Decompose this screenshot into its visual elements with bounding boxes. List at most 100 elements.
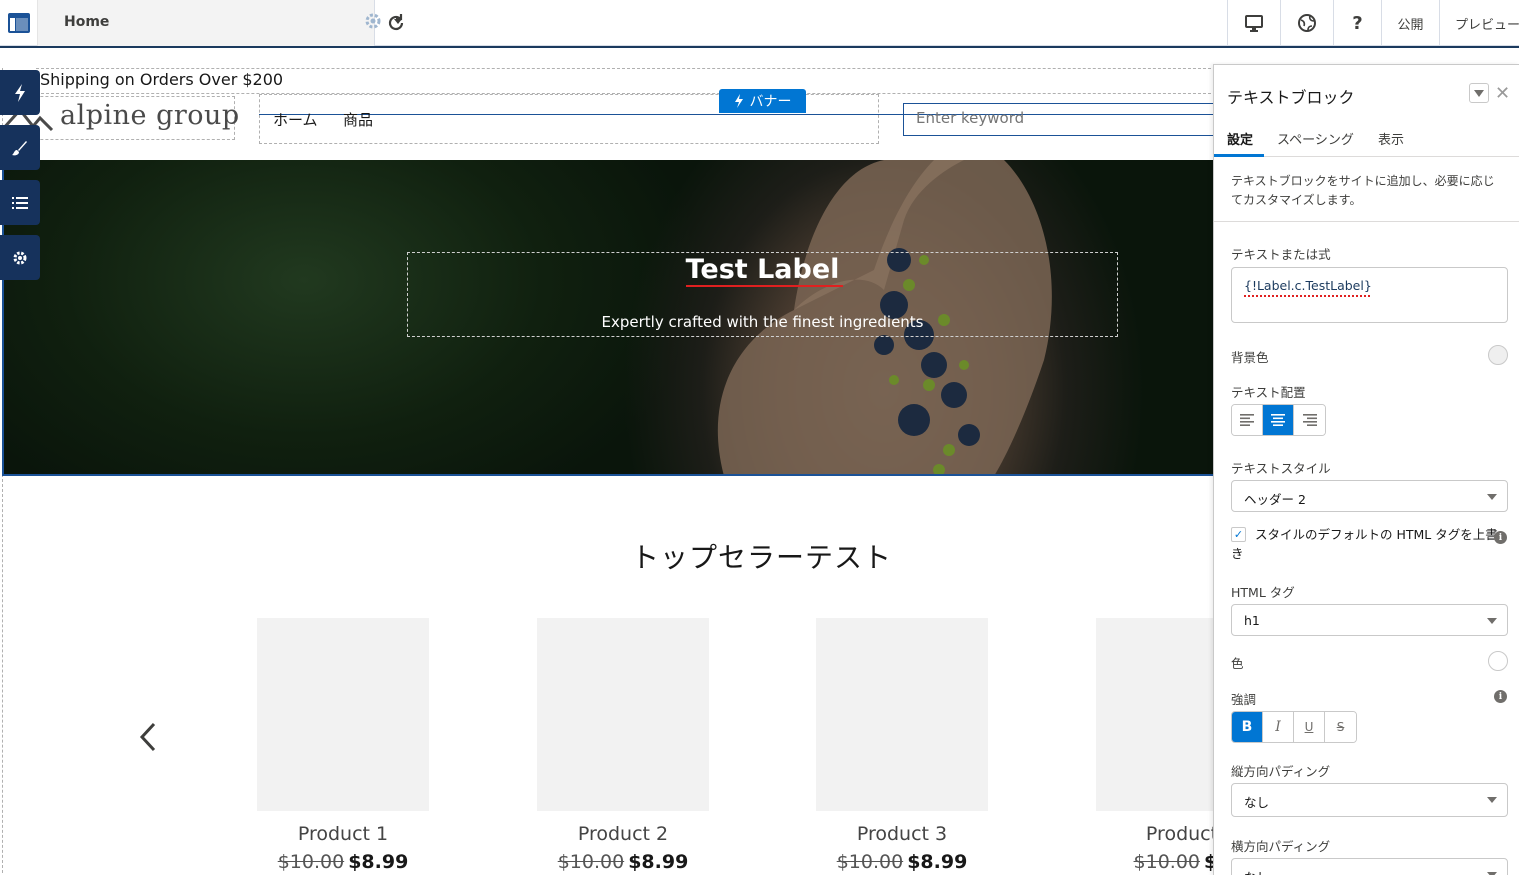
product-price: $10.00 $8.99 [537,851,709,873]
product-name[interactable]: Product 1 [257,823,429,845]
product-card[interactable]: Product $10.00$8 [1096,618,1213,873]
page-settings-icon[interactable] [364,12,382,34]
desktop-icon [1245,15,1263,32]
gear-icon [13,251,27,264]
tab-spacing[interactable]: スペーシング [1277,129,1354,148]
product-image[interactable] [816,618,988,811]
product-name[interactable]: Product 3 [816,823,988,845]
sale-price: $8.99 [628,851,689,873]
product-name[interactable]: Product [1096,823,1213,845]
sale-price: $8 [1204,851,1213,873]
style-label: テキストスタイル [1231,461,1331,476]
underline-button[interactable]: U [1294,712,1325,742]
horizontal-padding-value: なし [1244,867,1269,875]
product-image[interactable] [537,618,709,811]
close-icon[interactable]: ✕ [1495,83,1510,104]
text-align-group [1231,404,1326,436]
nav-item-home[interactable]: ホーム [273,109,318,130]
text-style-select[interactable]: ヘッダー 2 [1231,480,1508,512]
align-right-icon [1302,414,1317,426]
old-price: $10.00 [1133,851,1201,873]
active-tab-indicator [1214,154,1264,157]
settings-rail-button[interactable] [0,235,40,280]
vertical-padding-value: なし [1244,795,1270,810]
product-card[interactable]: Product 3 $10.00 $8.99 [816,618,988,873]
page-selector[interactable]: Home [37,0,402,46]
spellcheck-underline [686,285,843,287]
vertical-padding-select[interactable]: なし [1231,783,1508,817]
old-price: $10.00 [557,851,625,873]
banner-tag-label: バナー [749,94,792,110]
product-image[interactable] [1096,618,1213,811]
bg-color-label: 背景色 [1231,350,1269,365]
align-label: テキスト配置 [1231,385,1306,400]
text-field-label: テキストまたは式 [1231,247,1331,262]
brush-icon [12,140,27,155]
product-image[interactable] [257,618,429,811]
product-card[interactable]: Product 1 $10.00 $8.99 [257,618,429,873]
theme-rail-button[interactable] [0,125,40,170]
nav-item-products[interactable]: 商品 [343,109,373,130]
publish-button[interactable]: 公開 [1381,0,1439,46]
emphasis-label: 強調 [1231,692,1257,707]
tab-visibility[interactable]: 表示 [1378,129,1404,148]
globe-icon [1298,14,1316,32]
refresh-icon[interactable] [384,11,408,35]
tab-settings[interactable]: 設定 [1227,129,1253,148]
bg-color-swatch[interactable] [1488,345,1508,365]
panel-menu-button[interactable] [1469,83,1489,103]
publish-label: 公開 [1397,17,1424,33]
spellcheck-underline [1244,295,1370,297]
preview-button[interactable]: プレビュー [1439,0,1519,46]
italic-button[interactable]: I [1263,712,1294,742]
align-left-button[interactable] [1232,405,1263,435]
device-preview-button[interactable] [1227,0,1280,46]
product-name[interactable]: Product 2 [537,823,709,845]
align-right-button[interactable] [1294,405,1325,435]
app-switcher-icon[interactable] [0,0,37,46]
emphasis-group: B I U S [1231,711,1357,743]
product-price: $10.00$8 [1096,851,1213,873]
banner-component-tag[interactable]: バナー [719,89,806,113]
components-rail-button[interactable] [0,70,40,115]
product-card[interactable]: Product 2 $10.00 $8.99 [537,618,709,873]
strikethrough-button[interactable]: S [1325,712,1356,742]
bold-button[interactable]: B [1232,712,1263,742]
info-icon[interactable]: i [1494,690,1507,703]
html-tag-select[interactable]: h1 [1231,604,1508,636]
page-structure-rail-button[interactable] [0,180,40,225]
text-style-value: ヘッダー 2 [1244,492,1306,507]
product-price: $10.00 $8.99 [257,851,429,873]
logo-text: alpine group [60,100,240,131]
builder-top-bar: Home ? 公開 プレビュー [0,0,1519,46]
language-button[interactable] [1280,0,1333,46]
section-title[interactable]: トップセラーテスト [0,536,1213,576]
chevron-down-icon [1487,494,1497,500]
sale-price: $8.99 [907,851,968,873]
product-price: $10.00 $8.99 [816,851,988,873]
info-icon[interactable]: i [1494,531,1507,544]
text-color-swatch[interactable] [1488,651,1508,671]
panel-tabs: 設定 スペーシング 表示 [1214,121,1519,157]
chevron-down-icon [1474,89,1484,97]
help-icon: ? [1352,12,1363,34]
search-input[interactable] [916,109,1206,127]
hero-title[interactable]: Test Label [407,254,1118,285]
align-center-button[interactable] [1263,405,1294,435]
chevron-down-icon [1487,618,1497,624]
chevron-down-icon [1487,797,1497,803]
align-left-icon [1240,414,1254,426]
preview-label: プレビュー [1455,17,1519,33]
hero-subtitle[interactable]: Expertly crafted with the finest ingredi… [407,313,1118,331]
help-button[interactable]: ? [1333,0,1381,46]
lightning-icon [15,83,25,102]
override-html-label[interactable]: スタイルのデフォルトの HTML タグを上書き [1231,525,1501,563]
horizontal-padding-select[interactable]: なし [1231,858,1508,875]
chevron-left-icon[interactable] [138,721,158,753]
panel-title: テキストブロック [1227,88,1355,107]
align-center-icon [1271,414,1285,426]
text-formula-value[interactable]: {!Label.c.TestLabel} [1244,278,1372,293]
page-canvas[interactable]: Shipping on Orders Over $200 alpine grou… [0,48,1213,875]
old-price: $10.00 [277,851,345,873]
list-icon [12,196,28,209]
